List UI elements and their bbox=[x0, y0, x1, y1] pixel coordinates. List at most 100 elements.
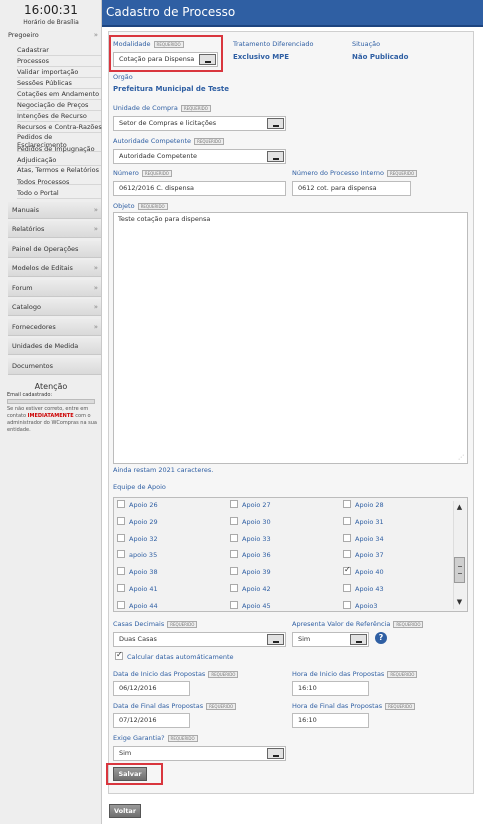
resize-grip-icon[interactable]: ⋰ bbox=[458, 454, 464, 461]
data-inicio-input[interactable]: 06/12/2016 bbox=[113, 681, 190, 696]
save-button[interactable]: Salvar bbox=[113, 767, 147, 781]
data-final-input[interactable]: 07/12/2016 bbox=[113, 713, 190, 728]
scroll-thumb[interactable] bbox=[454, 557, 465, 583]
equipe-item[interactable]: Apoio 38 bbox=[117, 567, 158, 576]
processo-interno-input[interactable]: 0612 cot. para dispensa bbox=[292, 181, 411, 196]
sidebar-item-negociacao[interactable]: Negociação de Preços bbox=[17, 100, 101, 111]
equipe-item[interactable]: Apoio 26 bbox=[117, 500, 158, 509]
equipe-checkbox[interactable] bbox=[230, 534, 238, 542]
chevron-double-up-icon[interactable]: » bbox=[94, 31, 98, 39]
equipe-checkbox[interactable] bbox=[117, 517, 125, 525]
equipe-item[interactable]: Apoio 41 bbox=[117, 584, 158, 593]
sidebar-item-cotacoes[interactable]: Cotações em Andamento bbox=[17, 89, 101, 100]
sidebar-section-pregoeiro[interactable]: Pregoeiro » bbox=[8, 31, 100, 39]
equipe-checkbox[interactable] bbox=[230, 584, 238, 592]
equipe-item[interactable]: Apoio 45 bbox=[230, 601, 271, 610]
dropdown-arrow-icon[interactable] bbox=[267, 634, 284, 645]
equipe-checkbox[interactable] bbox=[117, 601, 125, 609]
objeto-textarea[interactable]: Teste cotação para dispensa ⋰ bbox=[113, 212, 468, 464]
equipe-checkbox[interactable] bbox=[230, 567, 238, 575]
equipe-item[interactable]: Apoio 39 bbox=[230, 567, 271, 576]
equipe-item[interactable]: Apoio 33 bbox=[230, 534, 271, 543]
equipe-item[interactable]: Apoio 34 bbox=[343, 534, 384, 543]
garantia-select[interactable]: Sim bbox=[113, 746, 286, 761]
nav-catalogo[interactable]: Catalogo » bbox=[8, 299, 101, 316]
unidade-select[interactable]: Setor de Compras e licitações bbox=[113, 116, 286, 131]
equipe-checkbox[interactable] bbox=[343, 534, 351, 542]
equipe-checkbox[interactable] bbox=[117, 550, 125, 558]
equipe-item[interactable]: Apoio 37 bbox=[343, 550, 384, 559]
equipe-checkbox[interactable] bbox=[343, 601, 351, 609]
valor-ref-select[interactable]: Sim bbox=[292, 632, 369, 647]
nav-painel[interactable]: Painel de Operações bbox=[8, 241, 101, 258]
dropdown-arrow-icon[interactable] bbox=[350, 634, 367, 645]
equipe-item[interactable]: Apoio3 bbox=[343, 601, 377, 610]
dropdown-arrow-icon[interactable] bbox=[267, 151, 284, 162]
equipe-item[interactable]: Apoio 28 bbox=[343, 500, 384, 509]
equipe-item[interactable]: Apoio 32 bbox=[117, 534, 158, 543]
sidebar-item-processos[interactable]: Processos bbox=[17, 56, 101, 67]
nav-unidades[interactable]: Unidades de Medida bbox=[8, 338, 101, 355]
equipe-checkbox[interactable] bbox=[230, 601, 238, 609]
nav-documentos[interactable]: Documentos bbox=[8, 358, 101, 375]
equipe-checkbox[interactable] bbox=[343, 565, 351, 575]
sidebar-item-impugnacao[interactable]: Pedidos de Impugnação bbox=[17, 144, 101, 155]
equipe-checkbox[interactable] bbox=[117, 500, 125, 508]
valor-ref-value: Sim bbox=[298, 635, 311, 643]
equipe-item[interactable]: Apoio 44 bbox=[117, 601, 158, 610]
calcular-checkbox[interactable] bbox=[115, 650, 123, 660]
equipe-checkbox[interactable] bbox=[230, 550, 238, 558]
sidebar-item-recursos[interactable]: Recursos e Contra-Razões bbox=[17, 122, 102, 133]
nav-fornecedores[interactable]: Fornecedores » bbox=[8, 319, 101, 336]
equipe-checkbox[interactable] bbox=[343, 517, 351, 525]
equipe-checkbox[interactable] bbox=[117, 534, 125, 542]
equipe-checkbox[interactable] bbox=[343, 584, 351, 592]
back-button[interactable]: Voltar bbox=[109, 804, 141, 818]
equipe-item[interactable]: Apoio 36 bbox=[230, 550, 271, 559]
casas-label: Casas Decimais REQUERIDO bbox=[113, 620, 198, 628]
dropdown-arrow-icon[interactable] bbox=[199, 54, 216, 65]
scroll-up-icon[interactable]: ▲ bbox=[453, 503, 466, 511]
equipe-checkbox[interactable] bbox=[117, 584, 125, 592]
casas-select[interactable]: Duas Casas bbox=[113, 632, 286, 647]
sidebar-item-todo-portal[interactable]: Todo o Portal bbox=[17, 188, 101, 199]
hora-final-input[interactable]: 16:10 bbox=[292, 713, 369, 728]
hora-inicio-input[interactable]: 16:10 bbox=[292, 681, 369, 696]
equipe-item[interactable]: Apoio 29 bbox=[117, 517, 158, 526]
equipe-checkbox[interactable] bbox=[230, 517, 238, 525]
equipe-checkbox[interactable] bbox=[343, 500, 351, 508]
sidebar-item-sessoes-publicas[interactable]: Sessões Públicas bbox=[17, 78, 101, 89]
nav-relatorios[interactable]: Relatórios » bbox=[8, 221, 101, 238]
help-icon[interactable]: ? bbox=[375, 632, 387, 644]
equipe-item[interactable]: apoio 35 bbox=[117, 550, 157, 559]
equipe-list[interactable] bbox=[113, 497, 468, 612]
sidebar-item-validar-importacao[interactable]: Validar importação bbox=[17, 67, 101, 78]
sidebar-item-adjudicacao[interactable]: Adjudicação bbox=[17, 155, 101, 166]
autoridade-select[interactable]: Autoridade Competente bbox=[113, 149, 286, 164]
modalidade-select[interactable]: Cotação para Dispensa bbox=[113, 52, 218, 67]
dropdown-arrow-icon[interactable] bbox=[267, 118, 284, 129]
equipe-checkbox[interactable] bbox=[343, 550, 351, 558]
equipe-checkbox[interactable] bbox=[230, 500, 238, 508]
double-arrow-icon: » bbox=[93, 206, 98, 214]
sidebar-item-intencoes[interactable]: Intenções de Recurso bbox=[17, 111, 101, 122]
equipe-item[interactable]: Apoio 30 bbox=[230, 517, 271, 526]
equipe-item[interactable]: Apoio 31 bbox=[343, 517, 384, 526]
nav-manuais[interactable]: Manuais » bbox=[8, 202, 101, 219]
equipe-checkbox[interactable] bbox=[117, 567, 125, 575]
equipe-scrollbar[interactable] bbox=[453, 501, 466, 609]
nav-modelos[interactable]: Modelos de Editais » bbox=[8, 260, 101, 277]
calcular-row[interactable]: Calcular datas automáticamente bbox=[115, 650, 234, 661]
numero-input[interactable]: 0612/2016 C. dispensa bbox=[113, 181, 286, 196]
equipe-item[interactable]: Apoio 42 bbox=[230, 584, 271, 593]
equipe-label: Apoio 30 bbox=[242, 518, 271, 526]
scroll-down-icon[interactable]: ▼ bbox=[453, 598, 466, 606]
dropdown-arrow-icon[interactable] bbox=[267, 748, 284, 759]
sidebar-item-cadastrar[interactable]: Cadastrar bbox=[17, 45, 101, 56]
nav-forum[interactable]: Forum » bbox=[8, 280, 101, 297]
sidebar-section-label: Pregoeiro bbox=[8, 31, 39, 39]
sidebar-item-todos-processos[interactable]: Todos Processos bbox=[17, 177, 101, 188]
equipe-item[interactable]: Apoio 43 bbox=[343, 584, 384, 593]
equipe-item[interactable]: Apoio 27 bbox=[230, 500, 271, 509]
equipe-item[interactable]: Apoio 40 bbox=[343, 565, 384, 576]
